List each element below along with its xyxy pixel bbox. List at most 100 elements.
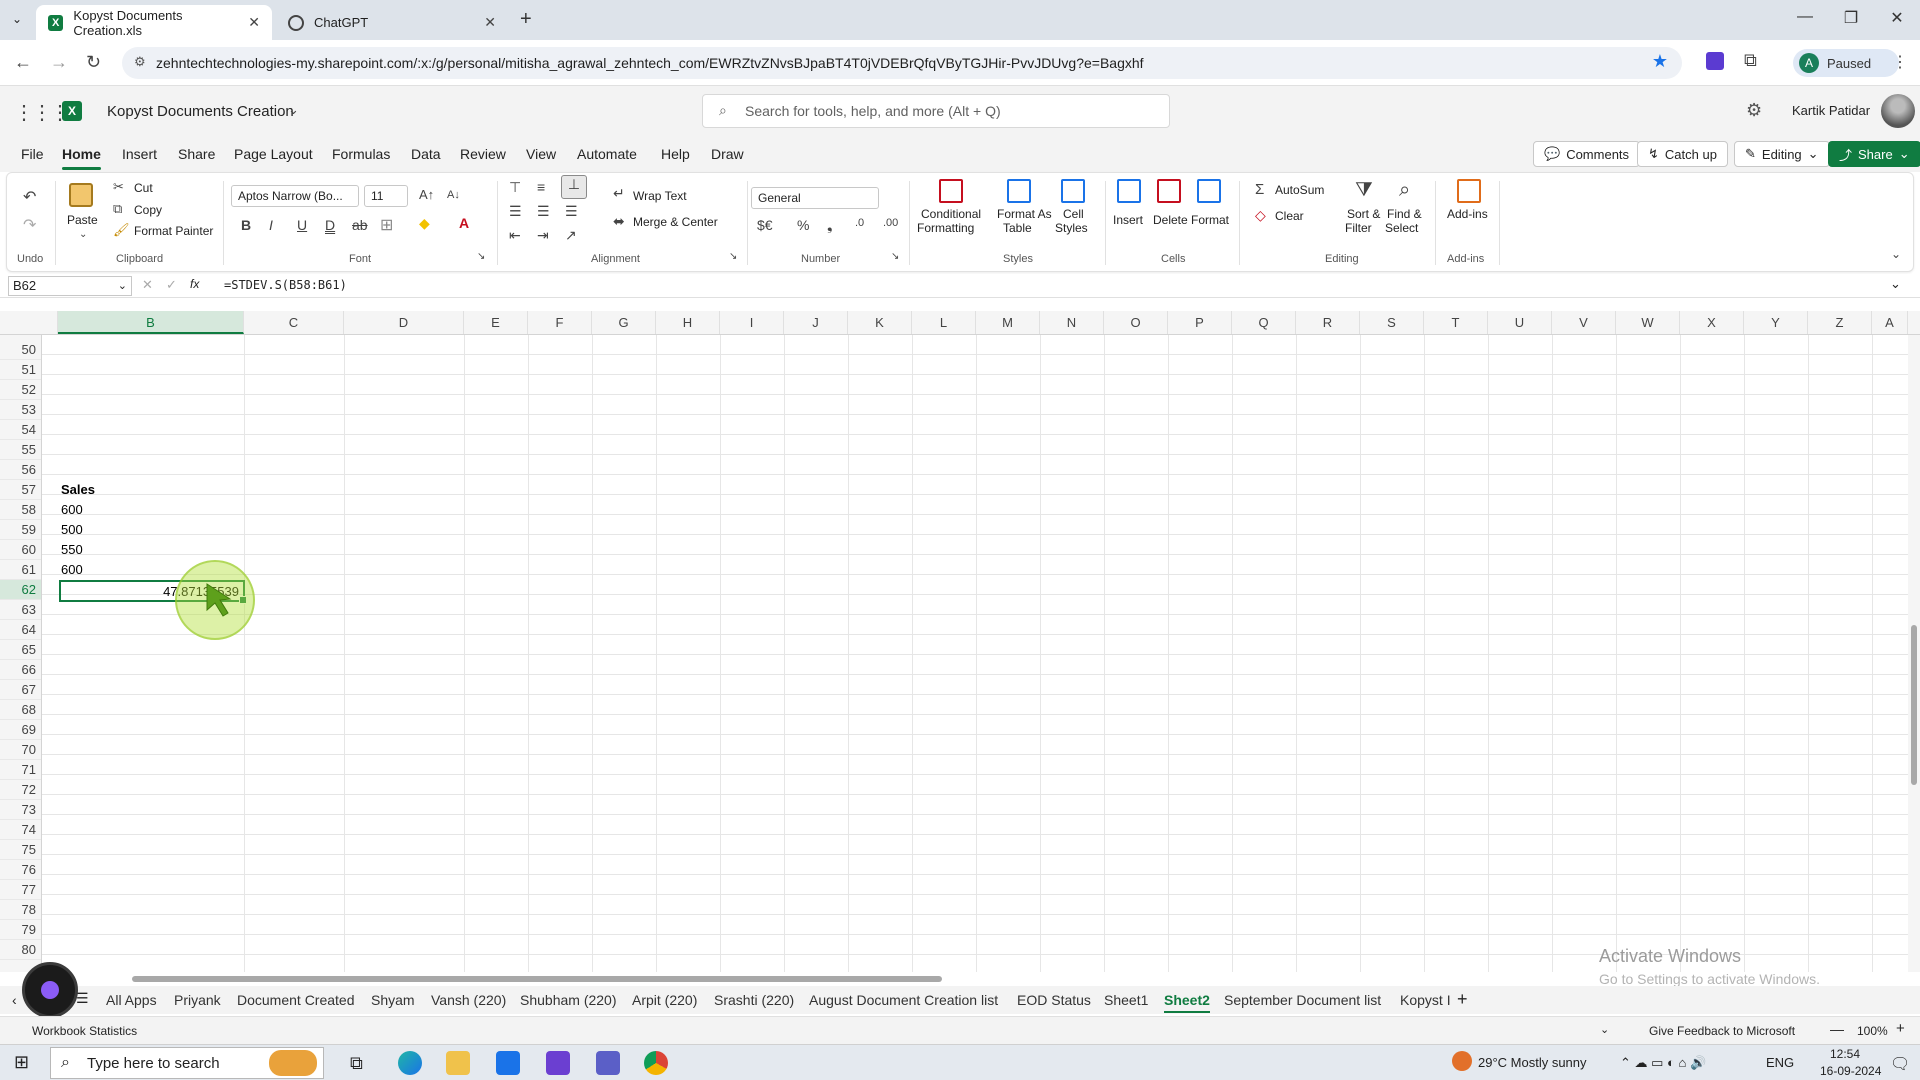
menu-automate[interactable]: Automate <box>577 146 637 162</box>
cell-styles-label-2[interactable]: Styles <box>1055 221 1088 235</box>
row-header[interactable]: 50 <box>0 340 41 360</box>
wrap-text-label[interactable]: Wrap Text <box>633 189 687 203</box>
close-window-icon[interactable]: ✕ <box>1882 8 1912 28</box>
row-header[interactable]: 61 <box>0 560 41 580</box>
confirm-entry-icon[interactable]: ✓ <box>166 277 177 293</box>
sheet-tab-september-list[interactable]: September Document list <box>1224 992 1381 1008</box>
row-header[interactable]: 56 <box>0 460 41 480</box>
insert-cells-label[interactable]: Insert <box>1113 213 1143 227</box>
column-header-g[interactable]: G <box>592 311 656 334</box>
increase-indent-icon[interactable]: ⇥ <box>537 227 549 244</box>
extensions-puzzle-icon[interactable]: ⧉ <box>1744 50 1757 71</box>
column-header-i[interactable]: I <box>720 311 784 334</box>
doc-options-chevron-icon[interactable]: ⌄ <box>288 102 299 118</box>
sheet-tab-shyam[interactable]: Shyam <box>371 992 415 1008</box>
add-sheet-icon[interactable]: + <box>1457 989 1468 1010</box>
double-underline-icon[interactable]: D <box>325 217 335 233</box>
taskbar-search[interactable]: ⌕ Type here to search <box>50 1047 324 1079</box>
align-middle-icon[interactable]: ≡ <box>537 179 545 195</box>
strikethrough-icon[interactable]: ab <box>352 217 368 233</box>
cell-b61[interactable]: 600 <box>61 560 83 580</box>
cell-grid[interactable]: Sales 600 500 550 600 47.87135539 <box>42 335 1908 972</box>
row-header[interactable]: 75 <box>0 840 41 860</box>
add-ins-label[interactable]: Add-ins <box>1447 207 1488 221</box>
cell-b59[interactable]: 500 <box>61 520 83 540</box>
format-painter-label[interactable]: Format Painter <box>134 224 213 238</box>
sheet-tab-arpit[interactable]: Arpit (220) <box>632 992 697 1008</box>
site-info-icon[interactable]: ⚙ <box>134 54 146 70</box>
chevron-down-icon[interactable]: ⌄ <box>118 277 127 295</box>
sheet-tab-sheet1[interactable]: Sheet1 <box>1104 992 1148 1008</box>
name-box[interactable]: B62 ⌄ <box>8 276 132 296</box>
sheet-tab-eod-status[interactable]: EOD Status <box>1017 992 1091 1008</box>
find-select-label-1[interactable]: Find & <box>1387 207 1422 221</box>
extension-icon[interactable] <box>1706 52 1724 70</box>
delete-cells-icon[interactable] <box>1157 179 1181 203</box>
conditional-formatting-icon[interactable] <box>939 179 963 203</box>
column-header-x[interactable]: X <box>1680 311 1744 334</box>
close-tab-icon[interactable]: ✕ <box>248 14 260 31</box>
app-launcher-icon[interactable]: ⋮⋮⋮ <box>14 100 70 125</box>
column-header-p[interactable]: P <box>1168 311 1232 334</box>
menu-share[interactable]: Share <box>178 146 215 162</box>
column-header-o[interactable]: O <box>1104 311 1168 334</box>
menu-view[interactable]: View <box>526 146 556 162</box>
copy-label[interactable]: Copy <box>134 203 162 217</box>
alignment-dialog-launcher-icon[interactable]: ↘ <box>729 251 737 262</box>
wrap-text-icon[interactable]: ↵ <box>613 185 625 202</box>
cut-label[interactable]: Cut <box>134 181 153 195</box>
column-header-k[interactable]: K <box>848 311 912 334</box>
autosum-icon[interactable]: Σ <box>1255 181 1264 198</box>
column-header-f[interactable]: F <box>528 311 592 334</box>
menu-help[interactable]: Help <box>661 146 690 162</box>
row-header[interactable]: 54 <box>0 420 41 440</box>
row-header[interactable]: 73 <box>0 800 41 820</box>
sort-filter-icon[interactable]: ⧩ <box>1355 179 1373 202</box>
column-header-w[interactable]: W <box>1616 311 1680 334</box>
file-explorer-icon[interactable] <box>446 1051 470 1075</box>
currency-icon[interactable]: $€ <box>757 217 773 233</box>
column-header-j[interactable]: J <box>784 311 848 334</box>
close-tab-icon[interactable]: ✕ <box>484 14 496 31</box>
row-header[interactable]: 78 <box>0 900 41 920</box>
copy-icon[interactable]: ⧉ <box>113 201 122 217</box>
app-icon[interactable] <box>546 1051 570 1075</box>
increase-font-icon[interactable]: A↑ <box>419 187 434 202</box>
chrome-icon[interactable] <box>644 1051 668 1075</box>
menu-draw[interactable]: Draw <box>711 146 744 162</box>
comments-button[interactable]: 💬 Comments <box>1533 141 1641 167</box>
back-icon[interactable]: ← <box>14 52 32 73</box>
column-header-s[interactable]: S <box>1360 311 1424 334</box>
row-header[interactable]: 72 <box>0 780 41 800</box>
undo-icon[interactable]: ↶ <box>23 187 36 207</box>
menu-file[interactable]: File <box>21 146 44 162</box>
chevron-down-icon[interactable]: ⌄ <box>1600 1023 1609 1036</box>
column-header-d[interactable]: D <box>344 311 464 334</box>
windows-start-icon[interactable]: ⊞ <box>14 1052 29 1073</box>
align-top-icon[interactable]: ⊤ <box>509 179 521 196</box>
cell-styles-label-1[interactable]: Cell <box>1063 207 1084 221</box>
sheet-tab-shubham[interactable]: Shubham (220) <box>520 992 617 1008</box>
row-header[interactable]: 55 <box>0 440 41 460</box>
find-select-label-2[interactable]: Select <box>1385 221 1418 235</box>
column-header-t[interactable]: T <box>1424 311 1488 334</box>
clock-date[interactable]: 16-09-2024 <box>1820 1064 1881 1078</box>
align-right-icon[interactable]: ☰ <box>565 203 578 220</box>
decrease-indent-icon[interactable]: ⇤ <box>509 227 521 244</box>
cut-icon[interactable]: ✂ <box>113 179 124 195</box>
vertical-scroll-thumb[interactable] <box>1911 625 1917 785</box>
mail-icon[interactable] <box>496 1051 520 1075</box>
row-header[interactable]: 79 <box>0 920 41 940</box>
sort-filter-label-1[interactable]: Sort & <box>1347 207 1380 221</box>
row-header[interactable]: 77 <box>0 880 41 900</box>
column-header-z[interactable]: Z <box>1808 311 1872 334</box>
align-left-icon[interactable]: ☰ <box>509 203 522 220</box>
formula-input[interactable]: =STDEV.S(B58:B61) <box>224 278 347 292</box>
merge-center-icon[interactable]: ⬌ <box>613 213 625 230</box>
sheet-tab-august-list[interactable]: August Document Creation list <box>809 992 998 1008</box>
autosum-label[interactable]: AutoSum <box>1275 183 1324 197</box>
clear-label[interactable]: Clear <box>1275 209 1304 223</box>
row-header[interactable]: 63 <box>0 600 41 620</box>
settings-gear-icon[interactable]: ⚙ <box>1746 100 1762 121</box>
format-cells-label[interactable]: Format <box>1191 213 1229 227</box>
